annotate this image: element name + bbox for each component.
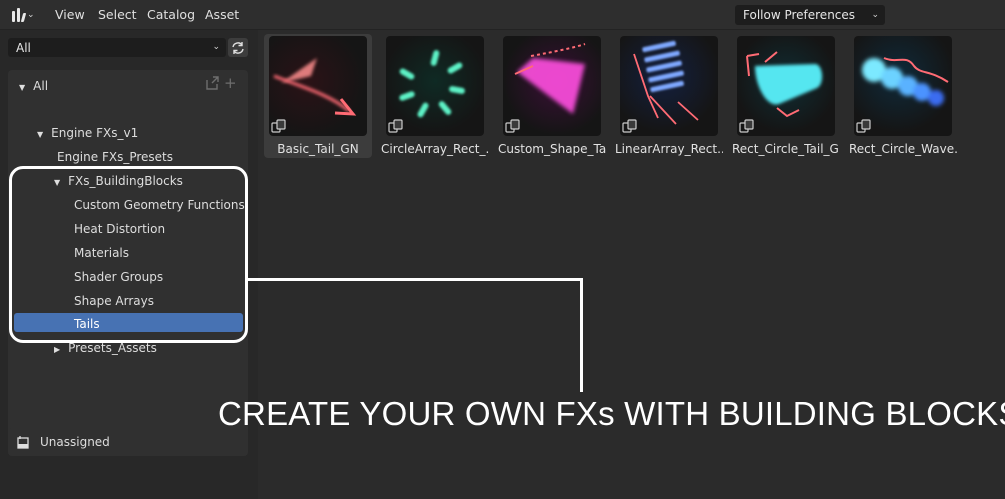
asset-item-custom-shape-tail[interactable]: Custom_Shape_Tail [498,34,606,158]
menu-catalog[interactable]: Catalog [147,7,195,22]
expand-triangle-icon: ▼ [37,130,44,139]
catalog-actions: + [204,75,237,91]
basic-tail-thumbnail [269,36,367,136]
asset-label: CircleArray_Rect_... [381,142,489,156]
geometry-nodes-icon [505,119,520,133]
add-catalog-icon[interactable]: + [224,75,237,91]
unassigned-icon [17,436,29,449]
tree-item-label: All [33,79,49,93]
asset-item-basic-tail[interactable]: Basic_Tail_GN [264,34,372,158]
custom-shape-tail-thumbnail [503,36,601,136]
unassigned-catalog[interactable]: Unassigned [8,428,248,456]
new-catalog-icon[interactable] [204,75,220,91]
asset-label: Custom_Shape_Tail [498,142,606,156]
callout-connector-horizontal [248,278,583,281]
callout-highlight-box [9,166,248,343]
tree-item-library[interactable]: ▼ Engine FXs_v1 [37,126,138,140]
rect-circle-tail-thumbnail [737,36,835,136]
collapsed-triangle-icon: ▶ [54,345,61,354]
menu-asset[interactable]: Asset [205,7,239,22]
annotation-caption: CREATE YOUR OWN FXs WITH BUILDING BLOCKS [218,395,1005,432]
editor-type-button[interactable]: ⌄ [8,5,42,25]
chevron-down-icon: ⌄ [212,42,220,52]
chevron-down-icon: ⌄ [871,9,879,20]
catalog-filter-dropdown[interactable]: All ⌄ [8,38,226,57]
expand-triangle-icon: ▼ [19,83,26,92]
asset-label: LinearArray_Rect... [615,142,723,156]
library-dropdown-value: Follow Preferences [743,8,856,22]
tree-item-presets-assets[interactable]: ▶ Presets_Assets [54,341,157,355]
geometry-nodes-icon [739,119,754,133]
refresh-icon [232,41,244,54]
library-dropdown[interactable]: Follow Preferences ⌄ [735,5,885,25]
asset-label: Rect_Circle_Wave... [849,142,957,156]
asset-label: Rect_Circle_Tail_GN [732,142,840,156]
geometry-nodes-icon [271,119,286,133]
geometry-nodes-icon [388,119,403,133]
linear-array-thumbnail [620,36,718,136]
geometry-nodes-icon [856,119,871,133]
menu-select[interactable]: Select [98,7,137,22]
refresh-button[interactable] [228,38,248,57]
tree-item-label: Presets_Assets [68,341,157,355]
tree-item-label: Engine FXs_Presets [57,150,173,164]
tree-item-label: Engine FXs_v1 [51,126,139,140]
tree-item-all[interactable]: ▼ All [19,79,48,93]
circle-array-thumbnail [386,36,484,136]
rect-circle-wave-thumbnail [854,36,952,136]
asset-browser-header: ⌄ View Select Catalog Asset Follow Prefe… [0,0,1005,30]
asset-browser-icon [12,8,27,22]
asset-item-circle-array[interactable]: CircleArray_Rect_... [381,34,489,158]
asset-item-rect-circle-wave[interactable]: Rect_Circle_Wave... [849,34,957,158]
unassigned-label: Unassigned [40,435,110,449]
callout-connector-vertical [580,278,583,392]
tree-item-presets[interactable]: Engine FXs_Presets [57,150,173,164]
geometry-nodes-icon [622,119,637,133]
catalog-filter-value: All [16,40,31,55]
asset-label: Basic_Tail_GN [277,142,359,156]
menu-view[interactable]: View [55,7,85,22]
chevron-down-icon: ⌄ [27,9,35,20]
asset-item-rect-circle-tail[interactable]: Rect_Circle_Tail_GN [732,34,840,158]
asset-item-linear-array[interactable]: LinearArray_Rect... [615,34,723,158]
